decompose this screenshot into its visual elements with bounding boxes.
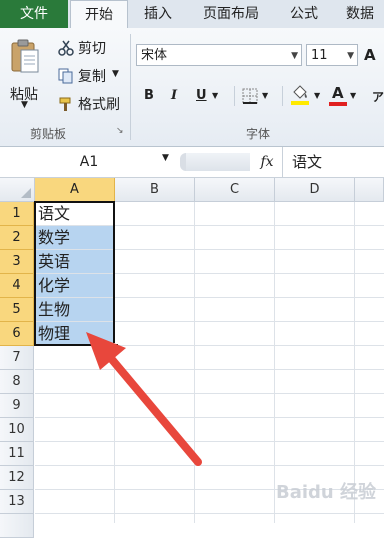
annotation-arrow (86, 332, 202, 466)
watermark: Baidu 经验 (276, 478, 376, 504)
watermark-text: Baidu 经验 (276, 482, 377, 503)
